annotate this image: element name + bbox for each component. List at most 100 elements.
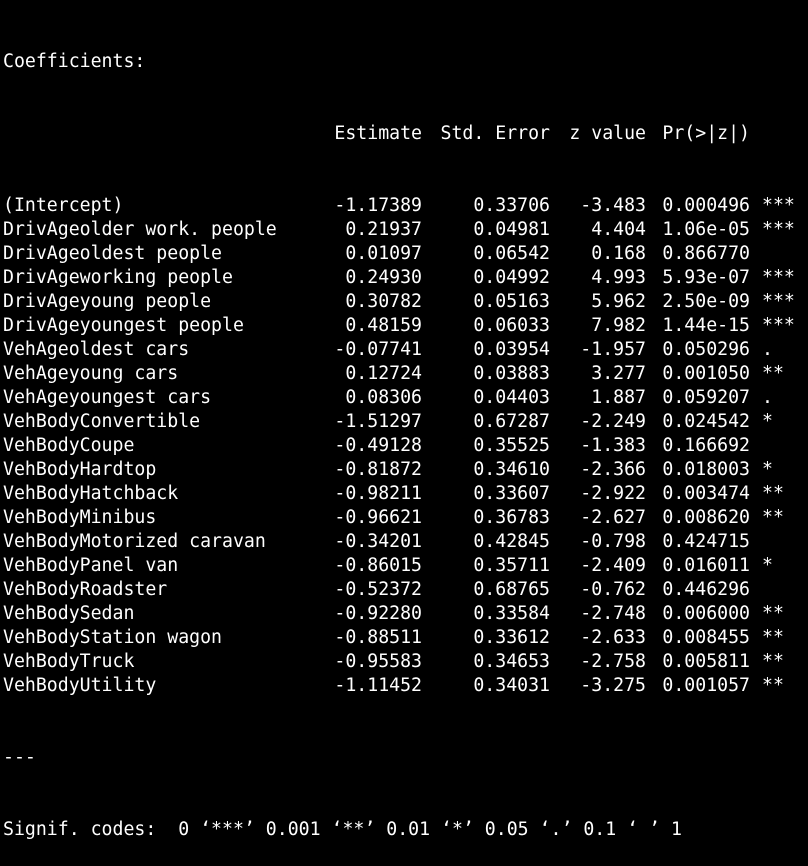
coef-z-value: -0.798 [580,531,646,552]
coef-name: VehBodyTruck [3,651,135,672]
coef-z-value: 1.887 [591,387,646,408]
coef-name: DrivAgeoldest people [3,243,222,264]
coef-std-error: 0.34610 [473,459,550,480]
coef-name: VehBodyMotorized caravan [3,531,266,552]
coef-estimate: -0.98211 [334,483,422,504]
coef-name: VehBodyMinibus [3,507,157,528]
coef-signif-stars: * [762,459,773,480]
table-row: VehAgeyoung cars 0.12724 0.03883 3.277 0.001… [3,362,808,386]
coef-p-value: 0.005811 [662,651,750,672]
coef-std-error: 0.68765 [473,579,550,600]
coef-z-value: 0.168 [591,243,646,264]
coef-signif-stars: ** [762,627,784,648]
table-row: VehBodyStation wagon -0.88511 0.33612 -2.63… [3,626,808,650]
table-row: VehBodyMinibus -0.96621 0.36783 -2.627 0.008… [3,506,808,530]
table-row: DrivAgeyoungest people 0.48159 0.06033 7.98… [3,314,808,338]
table-row: VehAgeyoungest cars 0.08306 0.04403 1.887 0.… [3,386,808,410]
header-std-error: Std. Error [440,123,551,144]
coef-signif-stars: . [762,339,773,360]
coef-std-error: 0.36783 [473,507,550,528]
coef-z-value: -3.275 [580,675,646,696]
coef-estimate: 0.30782 [345,291,422,312]
coef-z-value: -3.483 [580,195,646,216]
coef-std-error: 0.03883 [473,363,550,384]
coef-z-value: -2.409 [580,555,646,576]
coef-std-error: 0.34031 [473,675,550,696]
coef-z-value: 4.404 [591,219,646,240]
coef-z-value: -1.383 [580,435,646,456]
coef-estimate: -0.96621 [334,507,422,528]
coef-estimate: -0.52372 [334,579,422,600]
coef-name: VehBodyHardtop [3,459,157,480]
coef-p-value: 0.446296 [662,579,750,600]
coef-p-value: 0.166692 [662,435,750,456]
table-row: VehBodyHatchback -0.98211 0.33607 -2.922 0.0… [3,482,808,506]
coef-signif-stars: ** [762,651,784,672]
coef-z-value: -2.366 [580,459,646,480]
coef-z-value: -2.627 [580,507,646,528]
table-row: VehBodyPanel van -0.86015 0.35711 -2.409 0.0… [3,554,808,578]
coef-p-value: 1.44e-15 [662,315,750,336]
coef-std-error: 0.03954 [473,339,550,360]
coef-signif-stars: *** [762,315,795,336]
coef-estimate: -0.95583 [334,651,422,672]
coef-name: VehBodyPanel van [3,555,179,576]
coef-name: VehAgeyoungest cars [3,387,212,408]
table-row: VehBodyUtility -1.11452 0.34031 -3.275 0.001… [3,674,808,698]
table-row: VehBodyCoupe -0.49128 0.35525 -1.383 0.16669… [3,434,808,458]
coef-z-value: -1.957 [580,339,646,360]
coef-estimate: 0.48159 [345,315,422,336]
signif-codes-legend: Signif. codes: 0 ‘***’ 0.001 ‘**’ 0.01 ‘… [3,819,682,840]
coef-p-value: 5.93e-07 [662,267,750,288]
coef-p-value: 0.006000 [662,603,750,624]
coef-p-value: 0.001057 [662,675,750,696]
coef-estimate: 0.21937 [345,219,422,240]
table-row: DrivAgeworking people 0.24930 0.04992 4.993… [3,266,808,290]
coef-signif-stars: *** [762,195,795,216]
coef-signif-stars: *** [762,219,795,240]
coef-p-value: 0.059207 [662,387,750,408]
table-row: DrivAgeoldest people 0.01097 0.06542 0.168 0… [3,242,808,266]
coef-signif-stars: ** [762,483,784,504]
coef-name: DrivAgeworking people [3,267,233,288]
coef-p-value: 0.424715 [662,531,750,552]
coef-signif-stars: ** [762,675,784,696]
coef-name: VehAgeoldest cars [3,339,190,360]
coef-z-value: -0.762 [580,579,646,600]
coef-p-value: 0.003474 [662,483,750,504]
table-row: VehBodySedan -0.92280 0.33584 -2.748 0.00600… [3,602,808,626]
coef-p-value: 1.06e-05 [662,219,750,240]
table-row: (Intercept) -1.17389 0.33706 -3.483 0.000496… [3,194,808,218]
coef-std-error: 0.05163 [473,291,550,312]
coef-z-value: -2.922 [580,483,646,504]
coef-signif-stars: ** [762,603,784,624]
column-header-row: Estimate Std. Error z value Pr(>|z|) [3,122,808,146]
table-row: VehAgeoldest cars -0.07741 0.03954 -1.957 0.… [3,338,808,362]
table-row: VehBodyMotorized caravan -0.34201 0.42845 -… [3,530,808,554]
coef-p-value: 2.50e-09 [662,291,750,312]
coef-estimate: -0.34201 [334,531,422,552]
coef-std-error: 0.67287 [473,411,550,432]
coef-name: VehAgeyoung cars [3,363,179,384]
coef-signif-stars: * [762,555,773,576]
coef-z-value: 4.993 [591,267,646,288]
coef-estimate: -1.51297 [334,411,422,432]
header-z-value: z value [569,123,646,144]
coef-name: (Intercept) [3,195,124,216]
coef-name: VehBodyHatchback [3,483,179,504]
coef-std-error: 0.06033 [473,315,550,336]
coef-signif-stars: . [762,387,773,408]
coef-std-error: 0.42845 [473,531,550,552]
table-row: VehBodyTruck -0.95583 0.34653 -2.758 0.00581… [3,650,808,674]
coef-signif-stars: *** [762,291,795,312]
coef-std-error: 0.04981 [473,219,550,240]
coef-p-value: 0.008620 [662,507,750,528]
coef-p-value: 0.024542 [662,411,750,432]
coef-p-value: 0.001050 [662,363,750,384]
coef-estimate: -1.11452 [334,675,422,696]
coef-name: VehBodySedan [3,603,135,624]
table-row: DrivAgeolder work. people 0.21937 0.04981 4… [3,218,808,242]
coef-signif-stars: ** [762,507,784,528]
coef-estimate: 0.24930 [345,267,422,288]
coef-name: VehBodyRoadster [3,579,168,600]
